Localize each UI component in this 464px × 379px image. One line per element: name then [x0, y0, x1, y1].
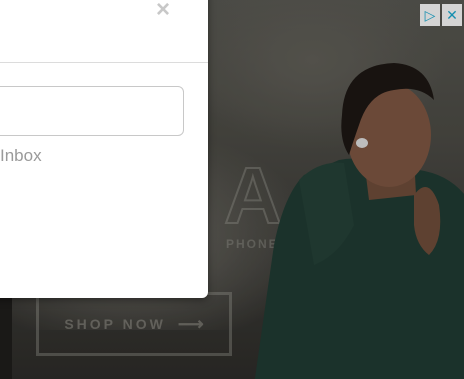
ad-close-icon[interactable]: ✕	[442, 4, 462, 26]
close-icon[interactable]: ×	[156, 0, 170, 22]
shop-now-label: SHOP NOW	[64, 316, 166, 332]
modal-divider	[0, 62, 208, 63]
ad-model-photo	[254, 63, 464, 379]
inbox-label: Inbox	[0, 146, 42, 165]
ad-close-glyph: ✕	[446, 6, 458, 23]
shop-now-button[interactable]: SHOP NOW ⟶	[36, 292, 232, 356]
arrow-right-icon: ⟶	[177, 313, 204, 334]
adchoices-glyph: ▷	[424, 6, 436, 23]
email-input[interactable]	[0, 86, 184, 136]
adchoices-icon[interactable]: ▷	[420, 4, 440, 26]
ad-controls: ▷ ✕	[420, 4, 462, 26]
signup-modal: × Inbox	[0, 0, 208, 298]
